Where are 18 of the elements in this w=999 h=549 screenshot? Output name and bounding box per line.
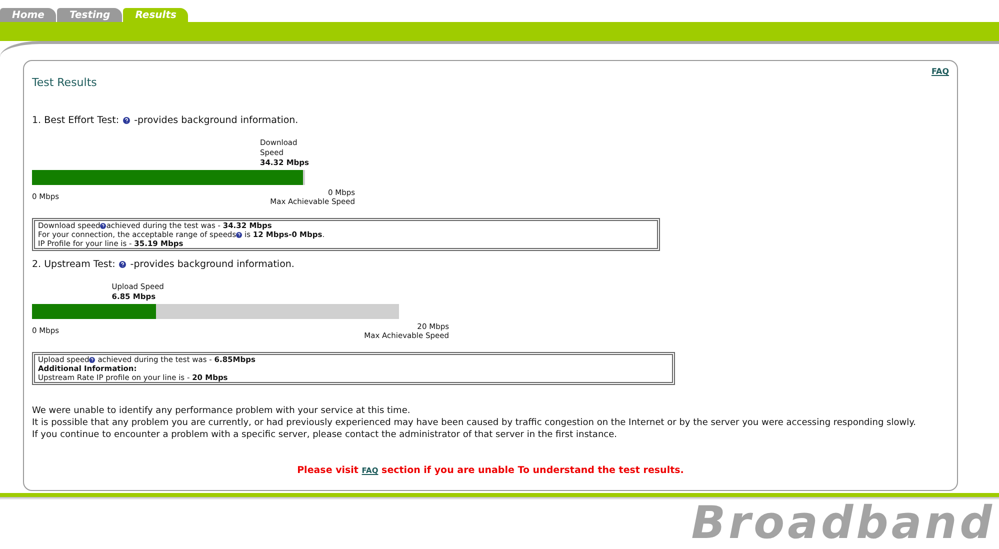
page-title: Test Results bbox=[32, 76, 97, 89]
help-icon[interactable] bbox=[123, 117, 130, 124]
test-heading: 1. Best Effort Test: bbox=[32, 115, 120, 126]
nav-tab[interactable]: Results bbox=[123, 8, 188, 22]
help-icon[interactable] bbox=[89, 356, 96, 363]
nav-tab[interactable]: Testing bbox=[57, 8, 122, 22]
nav-tab[interactable]: Home bbox=[0, 8, 56, 22]
message-text: If you continue to encounter a problem with a specific server, please contact the administrator of that server in the first instance. bbox=[32, 429, 618, 441]
test-note: -provides background information. bbox=[130, 259, 294, 270]
broadband-logo: Broadband bbox=[691, 500, 995, 546]
message-text: It is possible that any problem you are currently, or had previously experienced may have been caused by traffic congestion on the Internet or by the server you were accessing responding slowly. bbox=[32, 417, 917, 429]
test-note: -provides background information. bbox=[134, 115, 298, 126]
test-heading: 2. Upstream Test: bbox=[32, 259, 116, 270]
help-icon[interactable] bbox=[119, 261, 126, 268]
message-text: We were unable to identify any performance problem with your service at this time. bbox=[32, 405, 412, 417]
help-icon[interactable] bbox=[236, 232, 242, 238]
faq-link[interactable]: FAQ bbox=[931, 67, 949, 76]
help-icon[interactable] bbox=[100, 222, 106, 229]
